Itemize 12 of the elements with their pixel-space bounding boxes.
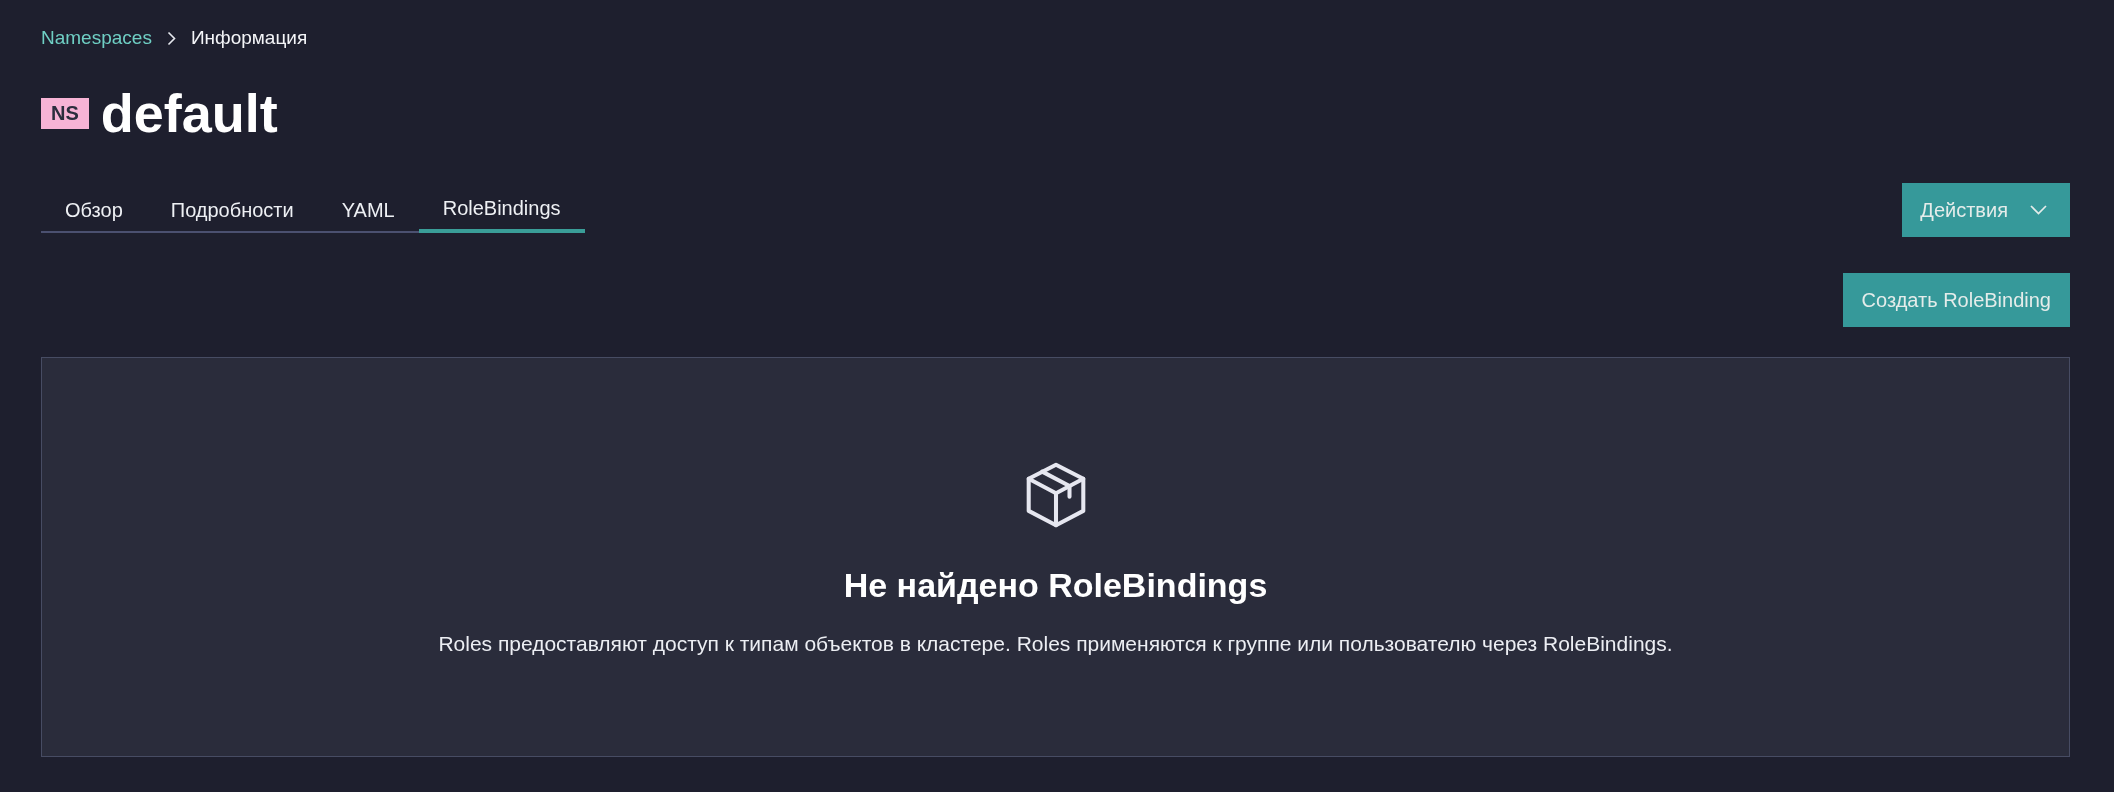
chevron-right-icon — [166, 30, 176, 46]
tab[interactable]: RoleBindings — [418, 187, 585, 233]
empty-state-title: Не найдено RoleBindings — [843, 564, 1268, 605]
empty-state-description: Roles предоставляют доступ к типам объектов в кластере. Roles применяются к группе или пользователю через RoleBindings. — [438, 631, 1673, 656]
tab[interactable]: YAML — [317, 189, 419, 233]
namespace-badge: NS — [41, 97, 89, 129]
page-title: default — [100, 82, 278, 145]
caret-down-icon — [2030, 205, 2047, 215]
breadcrumb-link[interactable]: Namespaces — [41, 27, 152, 49]
tab[interactable]: Подробности — [146, 189, 318, 233]
tab[interactable]: Обзор — [41, 189, 147, 233]
breadcrumb-current: Информация — [190, 27, 308, 49]
